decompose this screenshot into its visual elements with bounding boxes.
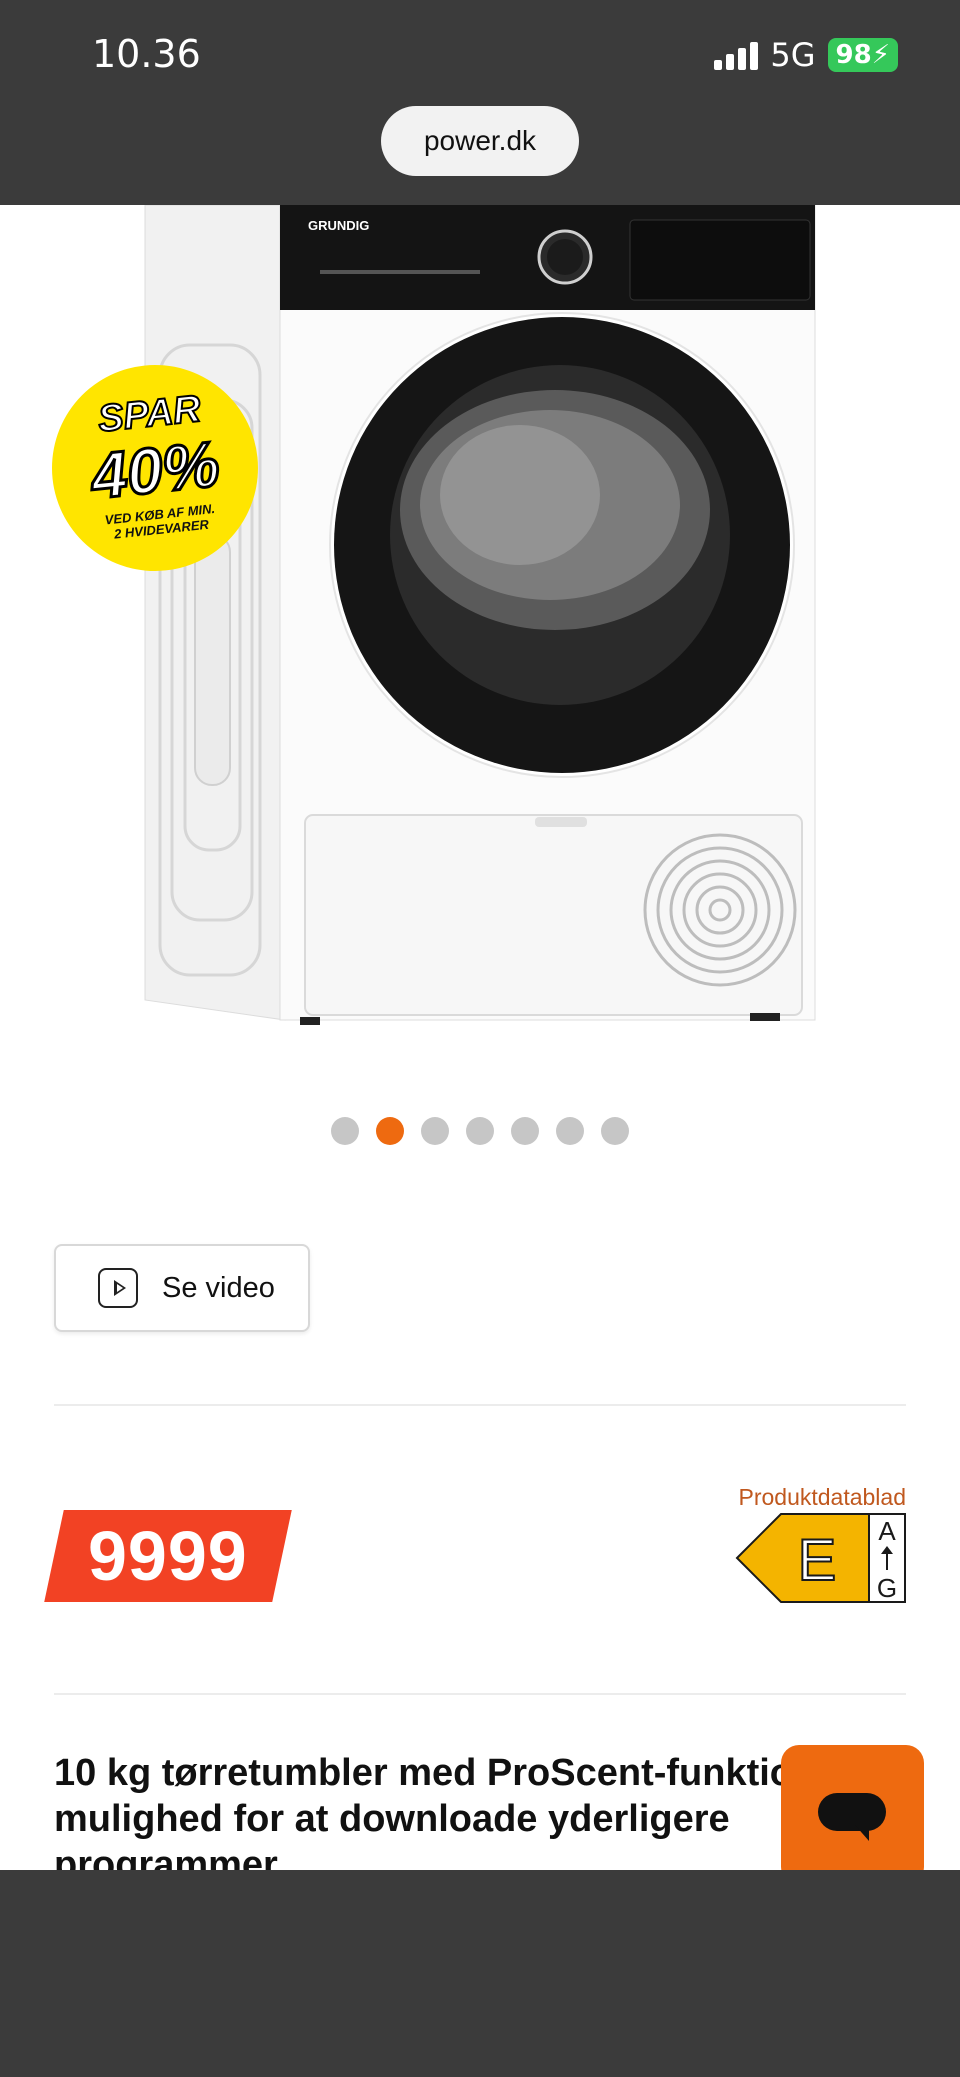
battery-icon: 98⚡: [827, 38, 898, 72]
energy-scale-top: A: [878, 1516, 896, 1546]
product-title: 10 kg tørretumbler med ProScent-funktio …: [54, 1752, 794, 1886]
divider: [54, 1404, 906, 1406]
url-bar[interactable]: power.dk: [381, 106, 579, 176]
gallery-dot-7[interactable]: [601, 1117, 629, 1145]
dryer-image: GRUNDIG: [144, 205, 816, 1025]
gallery-dot-3[interactable]: [421, 1117, 449, 1145]
gallery-dot-4[interactable]: [466, 1117, 494, 1145]
play-icon: [98, 1268, 138, 1308]
browser-bottom-bar: [0, 1870, 960, 2077]
price-value: 9999: [88, 1517, 248, 1595]
browser-top-bar: 10.36 5G 98⚡ power.dk: [0, 0, 960, 205]
chat-icon-tail: [855, 1825, 869, 1841]
energy-scale-bottom: G: [877, 1573, 897, 1603]
signal-icon: [714, 40, 759, 70]
gallery-dot-6[interactable]: [556, 1117, 584, 1145]
divider: [54, 1693, 906, 1695]
gallery-dot-2[interactable]: [376, 1117, 404, 1145]
product-datasheet-link[interactable]: Produktdatablad: [738, 1484, 906, 1511]
url-text: power.dk: [423, 125, 537, 156]
brand-logo: GRUNDIG: [308, 218, 369, 233]
status-indicators: 5G 98⚡: [714, 36, 898, 74]
chat-button[interactable]: [781, 1745, 924, 1885]
network-label: 5G: [770, 36, 816, 74]
watch-video-label: Se video: [162, 1271, 275, 1304]
gallery-dot-5[interactable]: [511, 1117, 539, 1145]
status-time: 10.36: [92, 32, 201, 76]
gallery-dot-1[interactable]: [331, 1117, 359, 1145]
watch-video-button[interactable]: Se video: [54, 1244, 310, 1332]
battery-level: 98: [835, 40, 872, 70]
product-image-gallery[interactable]: GRUNDIG SPAR 40% VED KØB AF MIN. 2 HVIDE…: [0, 205, 960, 1065]
gallery-pagination: [331, 1117, 629, 1145]
energy-class: E: [798, 1528, 837, 1593]
price-tag: 9999: [44, 1510, 292, 1602]
chat-icon: [818, 1793, 886, 1831]
energy-label[interactable]: E A G: [735, 1512, 907, 1604]
